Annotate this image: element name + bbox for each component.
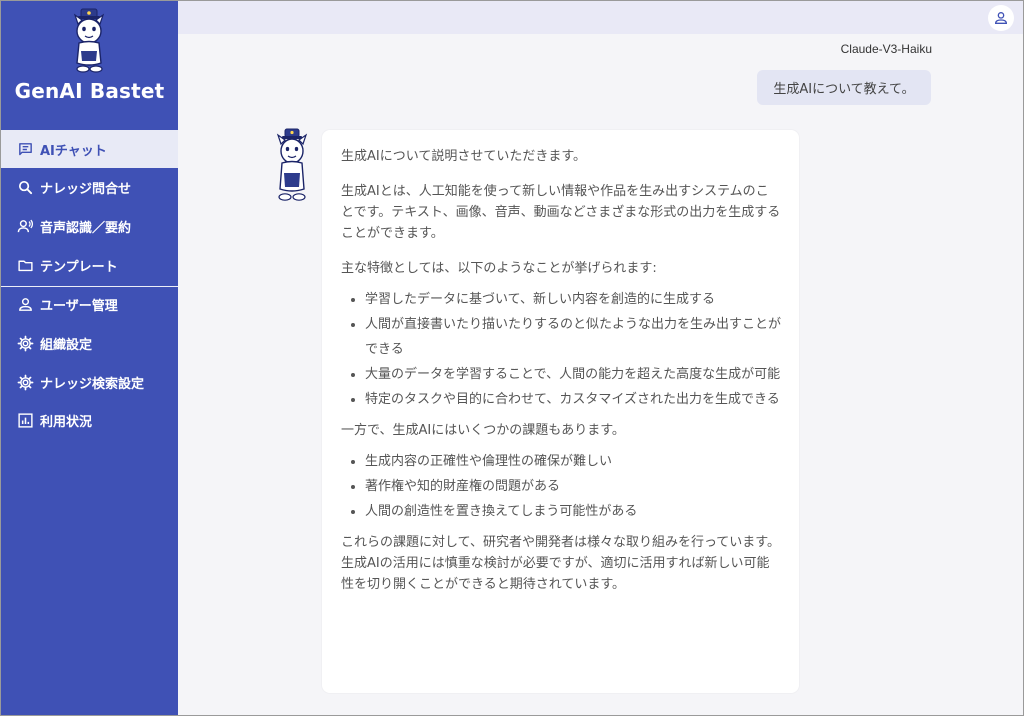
user-icon (16, 295, 34, 313)
gear-icon (16, 334, 34, 352)
sidebar-item-label: テンプレート (40, 259, 118, 275)
sidebar-item-org-settings[interactable]: 組織設定 (1, 324, 178, 362)
top-bar (178, 1, 1023, 34)
answer-definition: 生成AIとは、人工知能を使って新しい情報や作品を生み出すシステムのことです。テキ… (341, 184, 781, 241)
list-item: 生成内容の正確性や倫理性の確保が難しい (365, 449, 781, 474)
list-item: 人間の創造性を置き換えてしまう可能性がある (365, 499, 781, 524)
assistant-answer-card: 生成AIについて説明させていただきます。 生成AIとは、人工知能を使って新しい情… (322, 130, 799, 693)
model-label: Claude-V3-Haiku (840, 42, 932, 56)
folder-icon (16, 256, 34, 274)
sidebar-item-template[interactable]: テンプレート (1, 246, 178, 284)
assistant-answer: 生成AIについて説明させていただきます。 生成AIとは、人工知能を使って新しい情… (341, 146, 781, 595)
features-list: 学習したデータに基づいて、新しい内容を創造的に生成する 人間が直接書いたり描いた… (341, 287, 781, 412)
chat-icon (16, 140, 34, 158)
sidebar-item-label: 組織設定 (40, 337, 93, 353)
app-window: GenAI Bastet AIチャット ナレッジ問合せ 音声認識／要約 テンプレ… (0, 0, 1024, 716)
sidebar-item-knowledge-search-settings[interactable]: ナレッジ検索設定 (1, 363, 178, 401)
list-item: 大量のデータを学習することで、人間の能力を超えた高度な生成が可能 (365, 362, 781, 387)
gear-icon (16, 373, 34, 391)
sidebar-item-ai-chat[interactable]: AIチャット (1, 130, 178, 168)
sidebar-item-voice-summary[interactable]: 音声認識／要約 (1, 207, 178, 245)
sidebar-item-label: 利用状況 (40, 414, 93, 430)
assistant-avatar (269, 127, 315, 205)
sidebar-item-label: ナレッジ問合せ (40, 181, 132, 197)
answer-issues-lead: 一方で、生成AIにはいくつかの課題もあります。 (341, 423, 625, 438)
list-item: 学習したデータに基づいて、新しい内容を創造的に生成する (365, 287, 781, 312)
list-item: 人間が直接書いたり描いたりするのと似たような出力を生み出すことができる (365, 312, 781, 362)
sidebar-item-usage[interactable]: 利用状況 (1, 401, 178, 439)
search-icon (16, 178, 34, 196)
bastet-logo (63, 7, 115, 77)
voice-icon (16, 217, 34, 235)
chart-icon (16, 411, 34, 429)
user-message-bubble: 生成AIについて教えて。 (757, 70, 931, 105)
list-item: 特定のタスクや目的に合わせて、カスタマイズされた出力を生成できる (365, 387, 781, 412)
issues-list: 生成内容の正確性や倫理性の確保が難しい 著作権や知的財産権の問題がある 人間の創… (341, 449, 781, 524)
sidebar-item-label: ユーザー管理 (40, 298, 118, 314)
sidebar-item-label: 音声認識／要約 (40, 220, 132, 236)
list-item: 著作権や知的財産権の問題がある (365, 474, 781, 499)
answer-conclusion: これらの課題に対して、研究者や開発者は様々な取り組みを行っています。生成AIの活… (341, 535, 781, 592)
answer-features-lead: 主な特徴としては、以下のようなことが挙げられます: (341, 261, 657, 276)
user-message-text: 生成AIについて教えて。 (773, 82, 915, 97)
brand-title: GenAI Bastet (14, 79, 165, 103)
sidebar-item-label: ナレッジ検索設定 (40, 376, 145, 392)
sidebar: GenAI Bastet AIチャット ナレッジ問合せ 音声認識／要約 テンプレ… (1, 1, 178, 715)
sidebar-item-label: AIチャット (40, 143, 107, 159)
account-icon (993, 10, 1009, 26)
sidebar-item-user-management[interactable]: ユーザー管理 (1, 285, 178, 323)
sidebar-item-knowledge-query[interactable]: ナレッジ問合せ (1, 168, 178, 206)
account-button[interactable] (988, 5, 1014, 31)
answer-intro: 生成AIについて説明させていただきます。 (341, 149, 587, 164)
